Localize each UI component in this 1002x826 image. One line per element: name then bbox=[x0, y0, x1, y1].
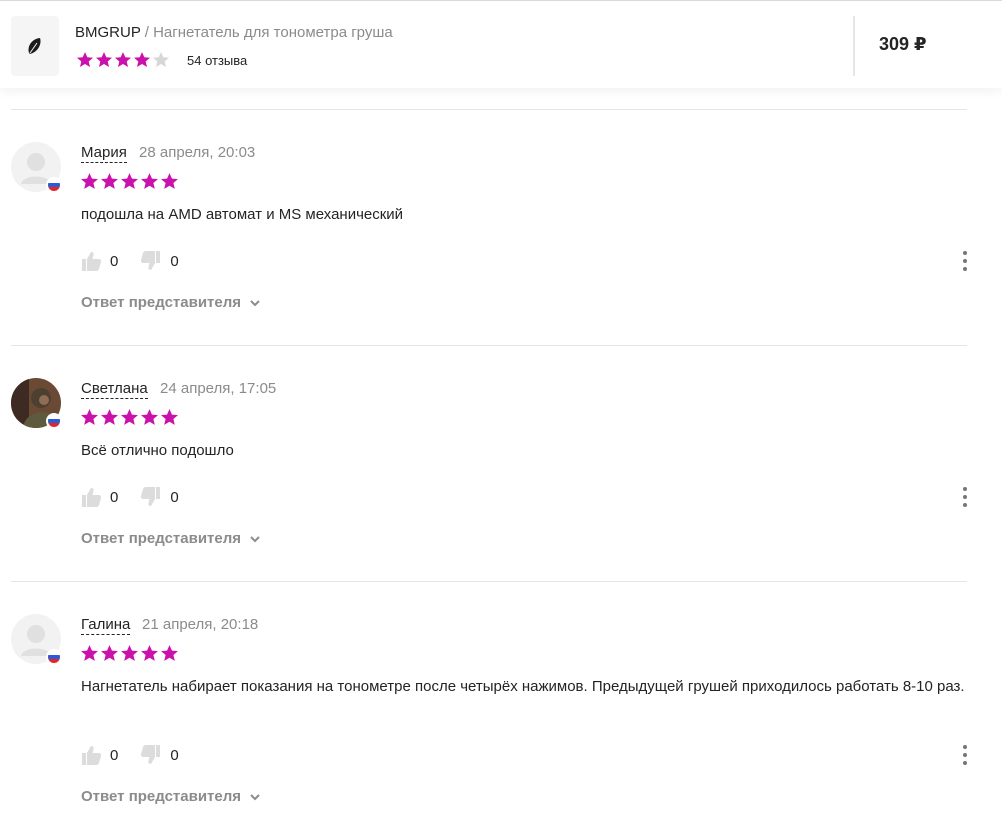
like-count: 0 bbox=[110, 252, 119, 270]
reviews-count[interactable]: 54 отзыва bbox=[187, 53, 247, 68]
product-name[interactable]: Нагнетатель для тонометра груша bbox=[153, 24, 393, 41]
star-filled-icon bbox=[81, 409, 98, 425]
like-count: 0 bbox=[110, 488, 119, 506]
star-filled-icon bbox=[101, 645, 118, 661]
star-filled-icon bbox=[141, 645, 158, 661]
avatar bbox=[11, 378, 62, 429]
chevron-down-icon bbox=[250, 535, 260, 542]
dislike-button[interactable]: 0 bbox=[140, 744, 179, 766]
review-stars bbox=[80, 172, 180, 191]
breadcrumb-separator: / bbox=[140, 24, 154, 41]
review-stars bbox=[80, 408, 180, 427]
star-filled-icon bbox=[161, 645, 178, 661]
flag-ru-icon bbox=[46, 177, 62, 193]
star-filled-icon bbox=[101, 173, 118, 189]
star-filled-icon bbox=[141, 173, 158, 189]
chevron-down-icon bbox=[250, 793, 260, 800]
product-price: 309 ₽ bbox=[879, 34, 927, 54]
chevron-down-icon bbox=[250, 299, 260, 306]
review-text: Всё отлично подошло bbox=[81, 442, 234, 459]
avatar bbox=[11, 142, 62, 193]
review-text: подошла на AMD автомат и MS механический bbox=[81, 206, 404, 223]
thumbs-up-icon bbox=[82, 746, 102, 765]
like-button[interactable]: 0 bbox=[80, 250, 118, 272]
reply-label: Ответ представителя bbox=[81, 294, 242, 311]
avatar bbox=[11, 614, 62, 665]
review-text: Нагнетатель набирает показания на тономе… bbox=[81, 678, 965, 695]
bulb-icon bbox=[28, 38, 41, 54]
star-filled-icon bbox=[81, 173, 98, 189]
star-filled-icon bbox=[161, 173, 178, 189]
review-author[interactable]: Галина bbox=[81, 616, 131, 635]
like-button[interactable]: 0 bbox=[80, 486, 118, 508]
representative-reply-toggle[interactable]: Ответ представителя bbox=[81, 294, 261, 311]
divider bbox=[11, 581, 967, 582]
dislike-count: 0 bbox=[170, 488, 179, 506]
divider bbox=[11, 345, 967, 346]
product-header: BMGRUP / Нагнетатель для тонометра груша… bbox=[0, 0, 1002, 88]
star-filled-icon bbox=[95, 52, 113, 68]
more-options-icon[interactable] bbox=[958, 485, 972, 509]
more-options-icon[interactable] bbox=[958, 743, 972, 767]
flag-ru-icon bbox=[46, 413, 62, 429]
review-date: 24 апреля, 17:05 bbox=[160, 380, 277, 397]
brand-name[interactable]: BMGRUP bbox=[75, 24, 141, 41]
review-votes: 0 0 bbox=[80, 744, 201, 766]
star-filled-icon bbox=[114, 52, 132, 68]
review-author[interactable]: Светлана bbox=[81, 380, 148, 399]
star-filled-icon bbox=[133, 52, 151, 68]
representative-reply-toggle[interactable]: Ответ представителя bbox=[81, 788, 261, 805]
dislike-count: 0 bbox=[170, 746, 179, 764]
star-filled-icon bbox=[121, 409, 138, 425]
star-filled-icon bbox=[76, 52, 94, 68]
rating-stars bbox=[76, 51, 171, 69]
more-options-icon[interactable] bbox=[958, 249, 972, 273]
product-thumbnail[interactable] bbox=[11, 16, 59, 76]
review-votes: 0 0 bbox=[80, 250, 201, 272]
flag-ru-icon bbox=[46, 649, 62, 665]
thumbs-down-icon bbox=[141, 251, 161, 270]
product-rating: 54 отзыва bbox=[76, 51, 247, 69]
reply-label: Ответ представителя bbox=[81, 530, 242, 547]
review-votes: 0 0 bbox=[80, 486, 201, 508]
review-date: 21 апреля, 20:18 bbox=[142, 616, 259, 633]
star-filled-icon bbox=[121, 645, 138, 661]
thumbs-down-icon bbox=[141, 745, 161, 764]
divider bbox=[11, 109, 967, 110]
dislike-count: 0 bbox=[170, 252, 179, 270]
dislike-button[interactable]: 0 bbox=[140, 486, 179, 508]
like-count: 0 bbox=[110, 746, 119, 764]
review-author[interactable]: Мария bbox=[81, 144, 127, 163]
thumbs-up-icon bbox=[82, 488, 102, 507]
star-filled-icon bbox=[161, 409, 178, 425]
thumbs-down-icon bbox=[141, 487, 161, 506]
thumbs-up-icon bbox=[82, 252, 102, 271]
star-filled-icon bbox=[121, 173, 138, 189]
header-divider bbox=[853, 16, 855, 76]
representative-reply-toggle[interactable]: Ответ представителя bbox=[81, 530, 261, 547]
reply-label: Ответ представителя bbox=[81, 788, 242, 805]
star-filled-icon bbox=[101, 409, 118, 425]
star-filled-icon bbox=[141, 409, 158, 425]
star-filled-icon bbox=[81, 645, 98, 661]
review-date: 28 апреля, 20:03 bbox=[139, 144, 256, 161]
product-title[interactable]: BMGRUP / Нагнетатель для тонометра груша bbox=[75, 23, 393, 43]
star-empty-icon bbox=[152, 52, 170, 68]
dislike-button[interactable]: 0 bbox=[140, 250, 179, 272]
review-stars bbox=[80, 644, 180, 663]
like-button[interactable]: 0 bbox=[80, 744, 118, 766]
